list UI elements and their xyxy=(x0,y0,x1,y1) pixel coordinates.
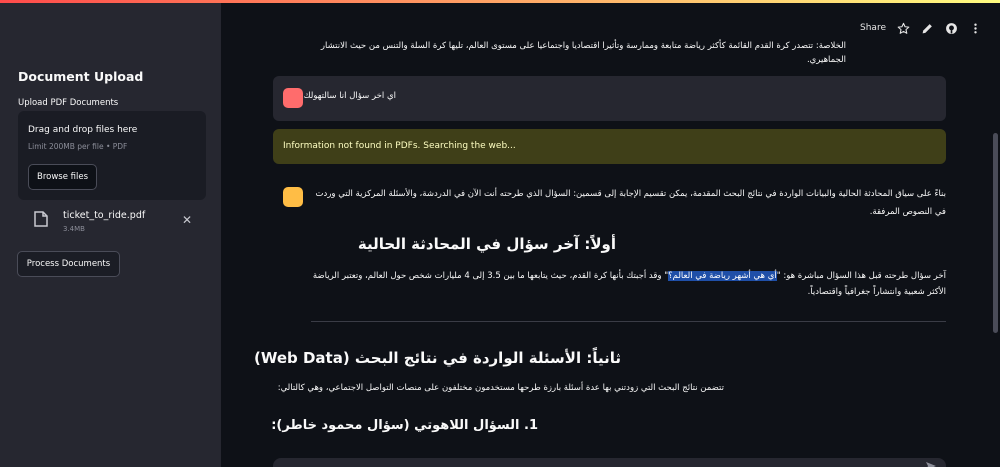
scrollbar[interactable] xyxy=(993,133,998,333)
uploaded-file-size: 3.4MB xyxy=(63,225,85,233)
section-heading-2: ثانياً: الأسئلة الواردة في نتائج البحث (… xyxy=(253,349,621,367)
section-paragraph-1: آخر سؤال طرحته قبل هذا السؤال مباشرة هو:… xyxy=(311,268,946,300)
bot-intro-text: بناءً على سياق المحادثة الحالية والبيانا… xyxy=(315,189,946,217)
uploaded-file-name: ticket_to_ride.pdf xyxy=(63,210,146,221)
section-paragraph-2: تتضمن نتائج البحث التي زودتني بها عدة أس… xyxy=(277,383,724,393)
chat-input[interactable] xyxy=(273,458,946,467)
process-documents-button[interactable]: Process Documents xyxy=(17,251,120,277)
section-heading-3: 1. السؤال اللاهوتي (سؤال محمود خاطر): xyxy=(271,418,538,433)
dropzone-title: Drag and drop files here xyxy=(28,125,138,135)
user-message: اي اخر سؤال انا سالتهولك xyxy=(273,76,946,121)
sidebar-title: Document Upload xyxy=(18,69,144,84)
send-icon[interactable] xyxy=(926,462,936,467)
upload-label: Upload PDF Documents xyxy=(18,98,119,108)
info-alert: Information not found in PDFs. Searching… xyxy=(273,129,946,164)
file-dropzone[interactable]: Drag and drop files here Limit 200MB per… xyxy=(18,111,206,200)
para1-before: آخر سؤال طرحته قبل هذا السؤال مباشرة هو:… xyxy=(776,271,946,281)
dropzone-limit: Limit 200MB per file • PDF xyxy=(28,142,128,151)
file-icon xyxy=(34,211,48,227)
highlighted-question: أي هي أشهر رياضة في العالم؟ xyxy=(668,271,777,281)
close-icon[interactable]: ✕ xyxy=(182,213,192,227)
browse-files-button[interactable]: Browse files xyxy=(28,164,97,190)
user-message-text: اي اخر سؤال انا سالتهولك xyxy=(303,91,396,101)
sidebar: Document Upload Upload PDF Documents Dra… xyxy=(0,3,221,467)
user-avatar xyxy=(283,88,303,108)
divider xyxy=(311,321,946,322)
section-heading-1: أولاً: آخر سؤال في المحادثة الحالية xyxy=(357,235,616,253)
summary-text: الخلاصة: تتصدر كرة القدم القائمة كأكثر ر… xyxy=(320,41,846,65)
chat-area: الخلاصة: تتصدر كرة القدم القائمة كأكثر ر… xyxy=(221,3,1000,467)
bot-avatar xyxy=(283,187,303,207)
